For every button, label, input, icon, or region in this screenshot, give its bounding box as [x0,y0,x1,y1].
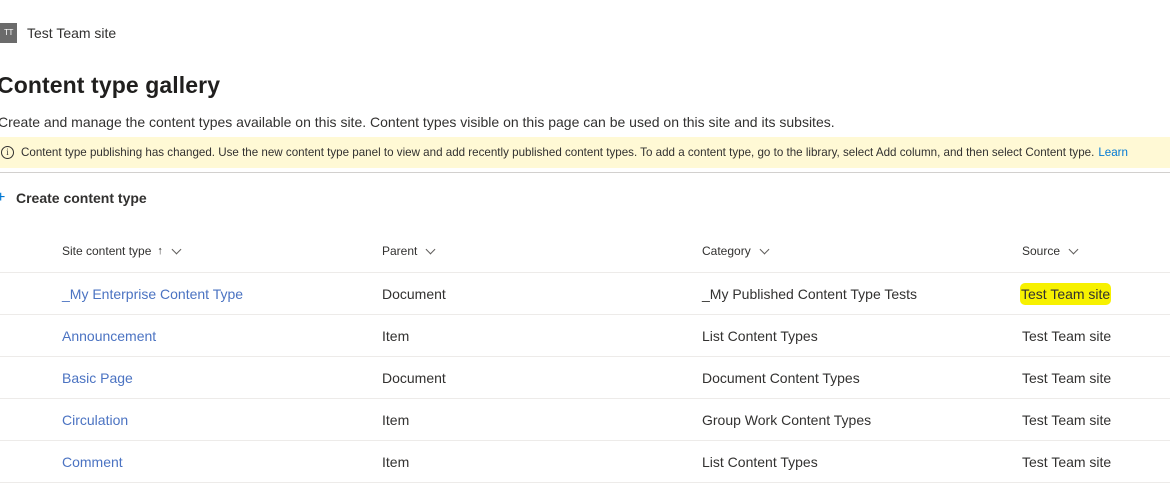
create-content-type-label: Create content type [16,190,147,206]
info-banner: i Content type publishing has changed. U… [0,137,1170,168]
table-row[interactable]: Basic Page Document Document Content Typ… [0,357,1170,399]
content-types-table: Site content type ↑ Parent Category Sour… [0,230,1170,483]
parent-cell: Item [382,412,410,428]
page-description: Create and manage the content types avai… [0,114,835,130]
source-cell: Test Team site [1020,283,1112,305]
content-type-name-link[interactable]: Announcement [62,328,156,344]
site-header: TT Test Team site [0,23,116,43]
banner-text: Content type publishing has changed. Use… [21,146,1095,159]
table-row[interactable]: Circulation Item Group Work Content Type… [0,399,1170,441]
content-type-name-link[interactable]: Comment [62,454,123,470]
column-header-category-label: Category [702,244,751,258]
page-title: Content type gallery [0,72,221,98]
column-header-source[interactable]: Source [1022,244,1079,258]
category-cell: Document Content Types [702,370,860,386]
chevron-down-icon [425,244,436,254]
site-logo[interactable]: TT [0,23,17,43]
category-cell: Group Work Content Types [702,412,872,428]
divider [0,172,1170,173]
source-cell: Test Team site [1022,454,1112,470]
category-cell: List Content Types [702,328,818,344]
column-header-parent[interactable]: Parent [382,244,436,258]
table-row[interactable]: Comment Item List Content Types Test Tea… [0,441,1170,483]
content-type-name-link[interactable]: Circulation [62,412,128,428]
column-header-source-label: Source [1022,244,1061,258]
info-icon: i [1,146,14,159]
site-name[interactable]: Test Team site [27,25,116,41]
column-header-parent-label: Parent [382,244,418,258]
category-cell: _My Published Content Type Tests [702,286,918,302]
parent-cell: Document [382,370,446,386]
column-header-category[interactable]: Category [702,244,770,258]
table-header: Site content type ↑ Parent Category Sour… [0,230,1170,273]
parent-cell: Item [382,454,410,470]
chevron-down-icon [171,244,182,254]
table-row[interactable]: Announcement Item List Content Types Tes… [0,315,1170,357]
plus-icon: + [0,189,6,206]
chevron-down-icon [1068,244,1079,254]
create-content-type-button[interactable]: + Create content type [0,188,147,208]
content-type-name-link[interactable]: Basic Page [62,370,133,386]
parent-cell: Document [382,286,446,302]
table-row[interactable]: _My Enterprise Content Type Document _My… [0,273,1170,315]
column-header-name[interactable]: Site content type ↑ [62,244,182,258]
chevron-down-icon [759,244,770,254]
source-highlight: Test Team site [1020,283,1112,305]
column-header-name-label: Site content type [62,244,152,258]
content-type-name-link[interactable]: _My Enterprise Content Type [62,286,243,302]
category-cell: List Content Types [702,454,818,470]
parent-cell: Item [382,328,410,344]
source-cell: Test Team site [1022,370,1112,386]
sort-ascending-icon: ↑ [157,245,163,257]
source-cell: Test Team site [1022,328,1112,344]
source-cell: Test Team site [1022,412,1112,428]
banner-learn-link[interactable]: Learn [1098,146,1128,159]
